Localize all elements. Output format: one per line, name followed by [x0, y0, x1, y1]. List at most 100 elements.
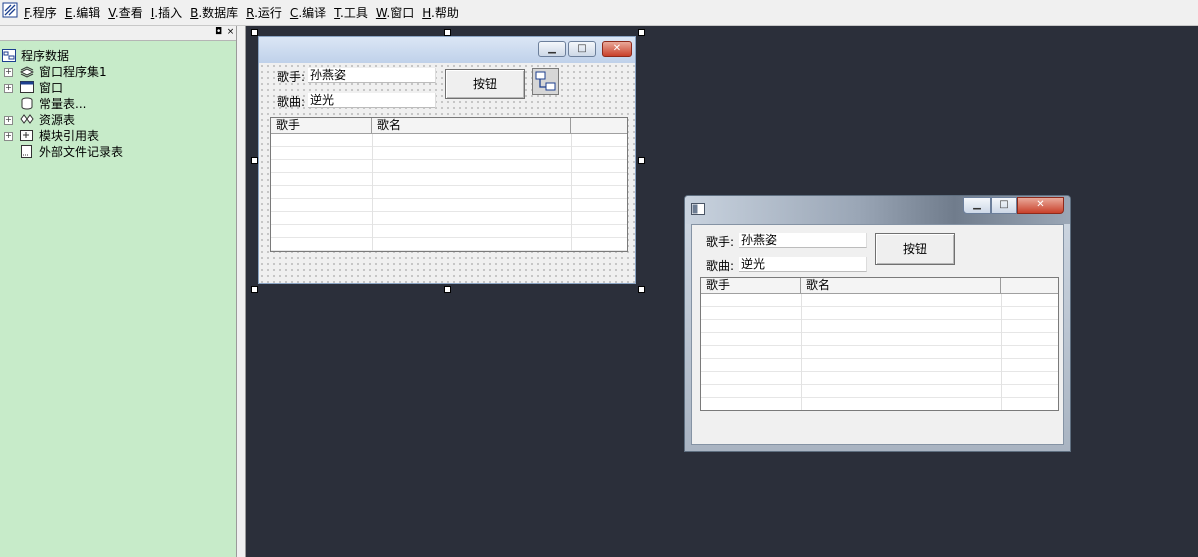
resize-handle[interactable] [638, 286, 645, 293]
column-header-empty[interactable] [571, 118, 627, 133]
project-tree: 程序数据 + 窗口程序集1 + 窗口 常量表... + 资源表 + 模块引用表外部文件记录表 [0, 48, 230, 160]
close-icon: ✕ [612, 43, 622, 54]
song-list[interactable]: 歌手 歌名 [700, 277, 1059, 411]
resize-handle[interactable] [638, 157, 645, 164]
app-icon [2, 2, 18, 17]
maximize-icon: □ [999, 199, 1009, 210]
column-header-singer[interactable]: 歌手 [701, 278, 801, 293]
singer-input[interactable]: 孙燕姿 [308, 68, 436, 83]
action-button[interactable]: 按钮 [875, 233, 955, 265]
resize-handle[interactable] [251, 157, 258, 164]
component-icon[interactable] [532, 68, 559, 95]
list-body[interactable] [701, 294, 1058, 410]
menu-item-label: .编译 [298, 6, 327, 20]
menu-item[interactable]: R.运行 [242, 0, 286, 25]
design-form-titlebar[interactable]: ▁ □ ✕ [259, 37, 635, 63]
cylinder-icon [21, 97, 33, 110]
list-body[interactable] [271, 134, 627, 251]
expand-toggle-icon[interactable]: + [4, 84, 13, 93]
list-header: 歌手 歌名 [701, 278, 1058, 294]
menu-item[interactable]: W.窗口 [372, 0, 418, 25]
preview-window-client: 歌手: 孙燕姿 歌曲: 逆光 按钮 歌手 歌名 [691, 224, 1064, 445]
song-input[interactable]: 逆光 [308, 93, 436, 108]
menu-item[interactable]: H.帮助 [418, 0, 463, 25]
column-divider [801, 294, 802, 410]
column-header-empty[interactable] [1001, 278, 1058, 293]
resize-handle[interactable] [444, 29, 451, 36]
menu-item-label: .帮助 [431, 6, 459, 20]
tree-item[interactable]: + 资源表 [0, 112, 230, 128]
resize-handle[interactable] [251, 286, 258, 293]
song-label: 歌曲: [277, 95, 306, 109]
tree-item-label: 常量表... [39, 97, 87, 111]
singer-label: 歌手: [277, 70, 306, 84]
tree-item-label: 外部文件记录表 [39, 145, 124, 159]
menu-accelerator-key: V [108, 6, 115, 20]
file-icon [21, 145, 32, 158]
tree-item[interactable]: 外部文件记录表 [0, 144, 230, 160]
menu-item-label: .数据库 [198, 6, 239, 20]
menu-item[interactable]: T.工具 [330, 0, 372, 25]
maximize-button[interactable]: □ [991, 197, 1017, 214]
tree-item[interactable]: 常量表... [0, 96, 230, 112]
module-icon [20, 130, 33, 141]
design-form[interactable]: ▁ □ ✕ 歌手: 孙燕姿 歌曲: 逆光 按钮 歌手 歌名 [258, 36, 636, 284]
menu-item[interactable]: C.编译 [286, 0, 330, 25]
panel-header: ◘ × [0, 26, 236, 41]
close-button[interactable]: ✕ [602, 41, 632, 57]
tree-item[interactable]: + 窗口 [0, 80, 230, 96]
maximize-button[interactable]: □ [568, 41, 596, 57]
tree-item[interactable]: + 模块引用表 [0, 128, 230, 144]
close-button[interactable]: ✕ [1017, 197, 1064, 214]
preview-window[interactable]: ▁ □ ✕ 歌手: 孙燕姿 歌曲: 逆光 按钮 歌手 歌名 [684, 195, 1071, 452]
menu-item-label: .工具 [340, 6, 368, 20]
menu-item[interactable]: E.编辑 [61, 0, 104, 25]
list-header: 歌手 歌名 [271, 118, 627, 134]
tree-item-label: 窗口程序集1 [39, 65, 107, 79]
minimize-icon: ▁ [548, 43, 556, 54]
design-form-client[interactable]: 歌手: 孙燕姿 歌曲: 逆光 按钮 歌手 歌名 [259, 63, 635, 283]
close-icon: ✕ [1036, 199, 1045, 210]
resource-icon [20, 114, 34, 124]
close-icon[interactable]: × [225, 27, 236, 38]
menu-item[interactable]: I.插入 [147, 0, 186, 25]
panel-splitter[interactable] [236, 26, 246, 557]
expand-toggle-icon[interactable]: + [4, 68, 13, 77]
minimize-button[interactable]: ▁ [538, 41, 566, 57]
preview-window-titlebar[interactable]: ▁ □ ✕ [685, 196, 1070, 224]
tree-item-label: 资源表 [39, 113, 76, 127]
resize-handle[interactable] [251, 29, 258, 36]
song-input[interactable]: 逆光 [739, 257, 867, 272]
singer-label: 歌手: [706, 235, 735, 249]
menu-item-label: .查看 [114, 6, 143, 20]
expand-toggle-icon[interactable]: + [4, 132, 13, 141]
resize-handle[interactable] [638, 29, 645, 36]
menu-item-label: .程序 [28, 6, 57, 20]
column-header-song[interactable]: 歌名 [801, 278, 1001, 293]
song-list[interactable]: 歌手 歌名 [270, 117, 628, 252]
resize-handle[interactable] [444, 286, 451, 293]
window-icon [20, 81, 34, 93]
tree-item-label: 模块引用表 [39, 129, 100, 143]
column-header-song[interactable]: 歌名 [372, 118, 571, 133]
action-button[interactable]: 按钮 [445, 69, 525, 99]
project-panel: ◘ × 程序数据 + 窗口程序集1 + 窗口 常量表... + 资源表 + 模块引用表外部文件记… [0, 26, 236, 557]
menu-accelerator-key: R [246, 6, 255, 20]
tree-item[interactable]: + 窗口程序集1 [0, 64, 230, 80]
menu-item[interactable]: F.程序 [20, 0, 61, 25]
minimize-icon: ▁ [973, 199, 981, 210]
database-icon [2, 49, 16, 62]
menu-item[interactable]: B.数据库 [186, 0, 242, 25]
column-divider [1001, 294, 1002, 410]
menu-accelerator-key: W [375, 6, 387, 20]
expand-toggle-icon[interactable]: + [4, 116, 13, 125]
menu-item-label: .插入 [154, 6, 183, 20]
pin-icon[interactable]: ◘ [213, 27, 224, 38]
menu-item[interactable]: V.查看 [104, 0, 147, 25]
minimize-button[interactable]: ▁ [963, 197, 991, 214]
tree-root[interactable]: 程序数据 [0, 48, 230, 64]
menu-item-label: .窗口 [386, 6, 415, 20]
menu-item-label: .运行 [254, 6, 282, 20]
column-header-singer[interactable]: 歌手 [271, 118, 372, 133]
singer-input[interactable]: 孙燕姿 [739, 233, 867, 248]
